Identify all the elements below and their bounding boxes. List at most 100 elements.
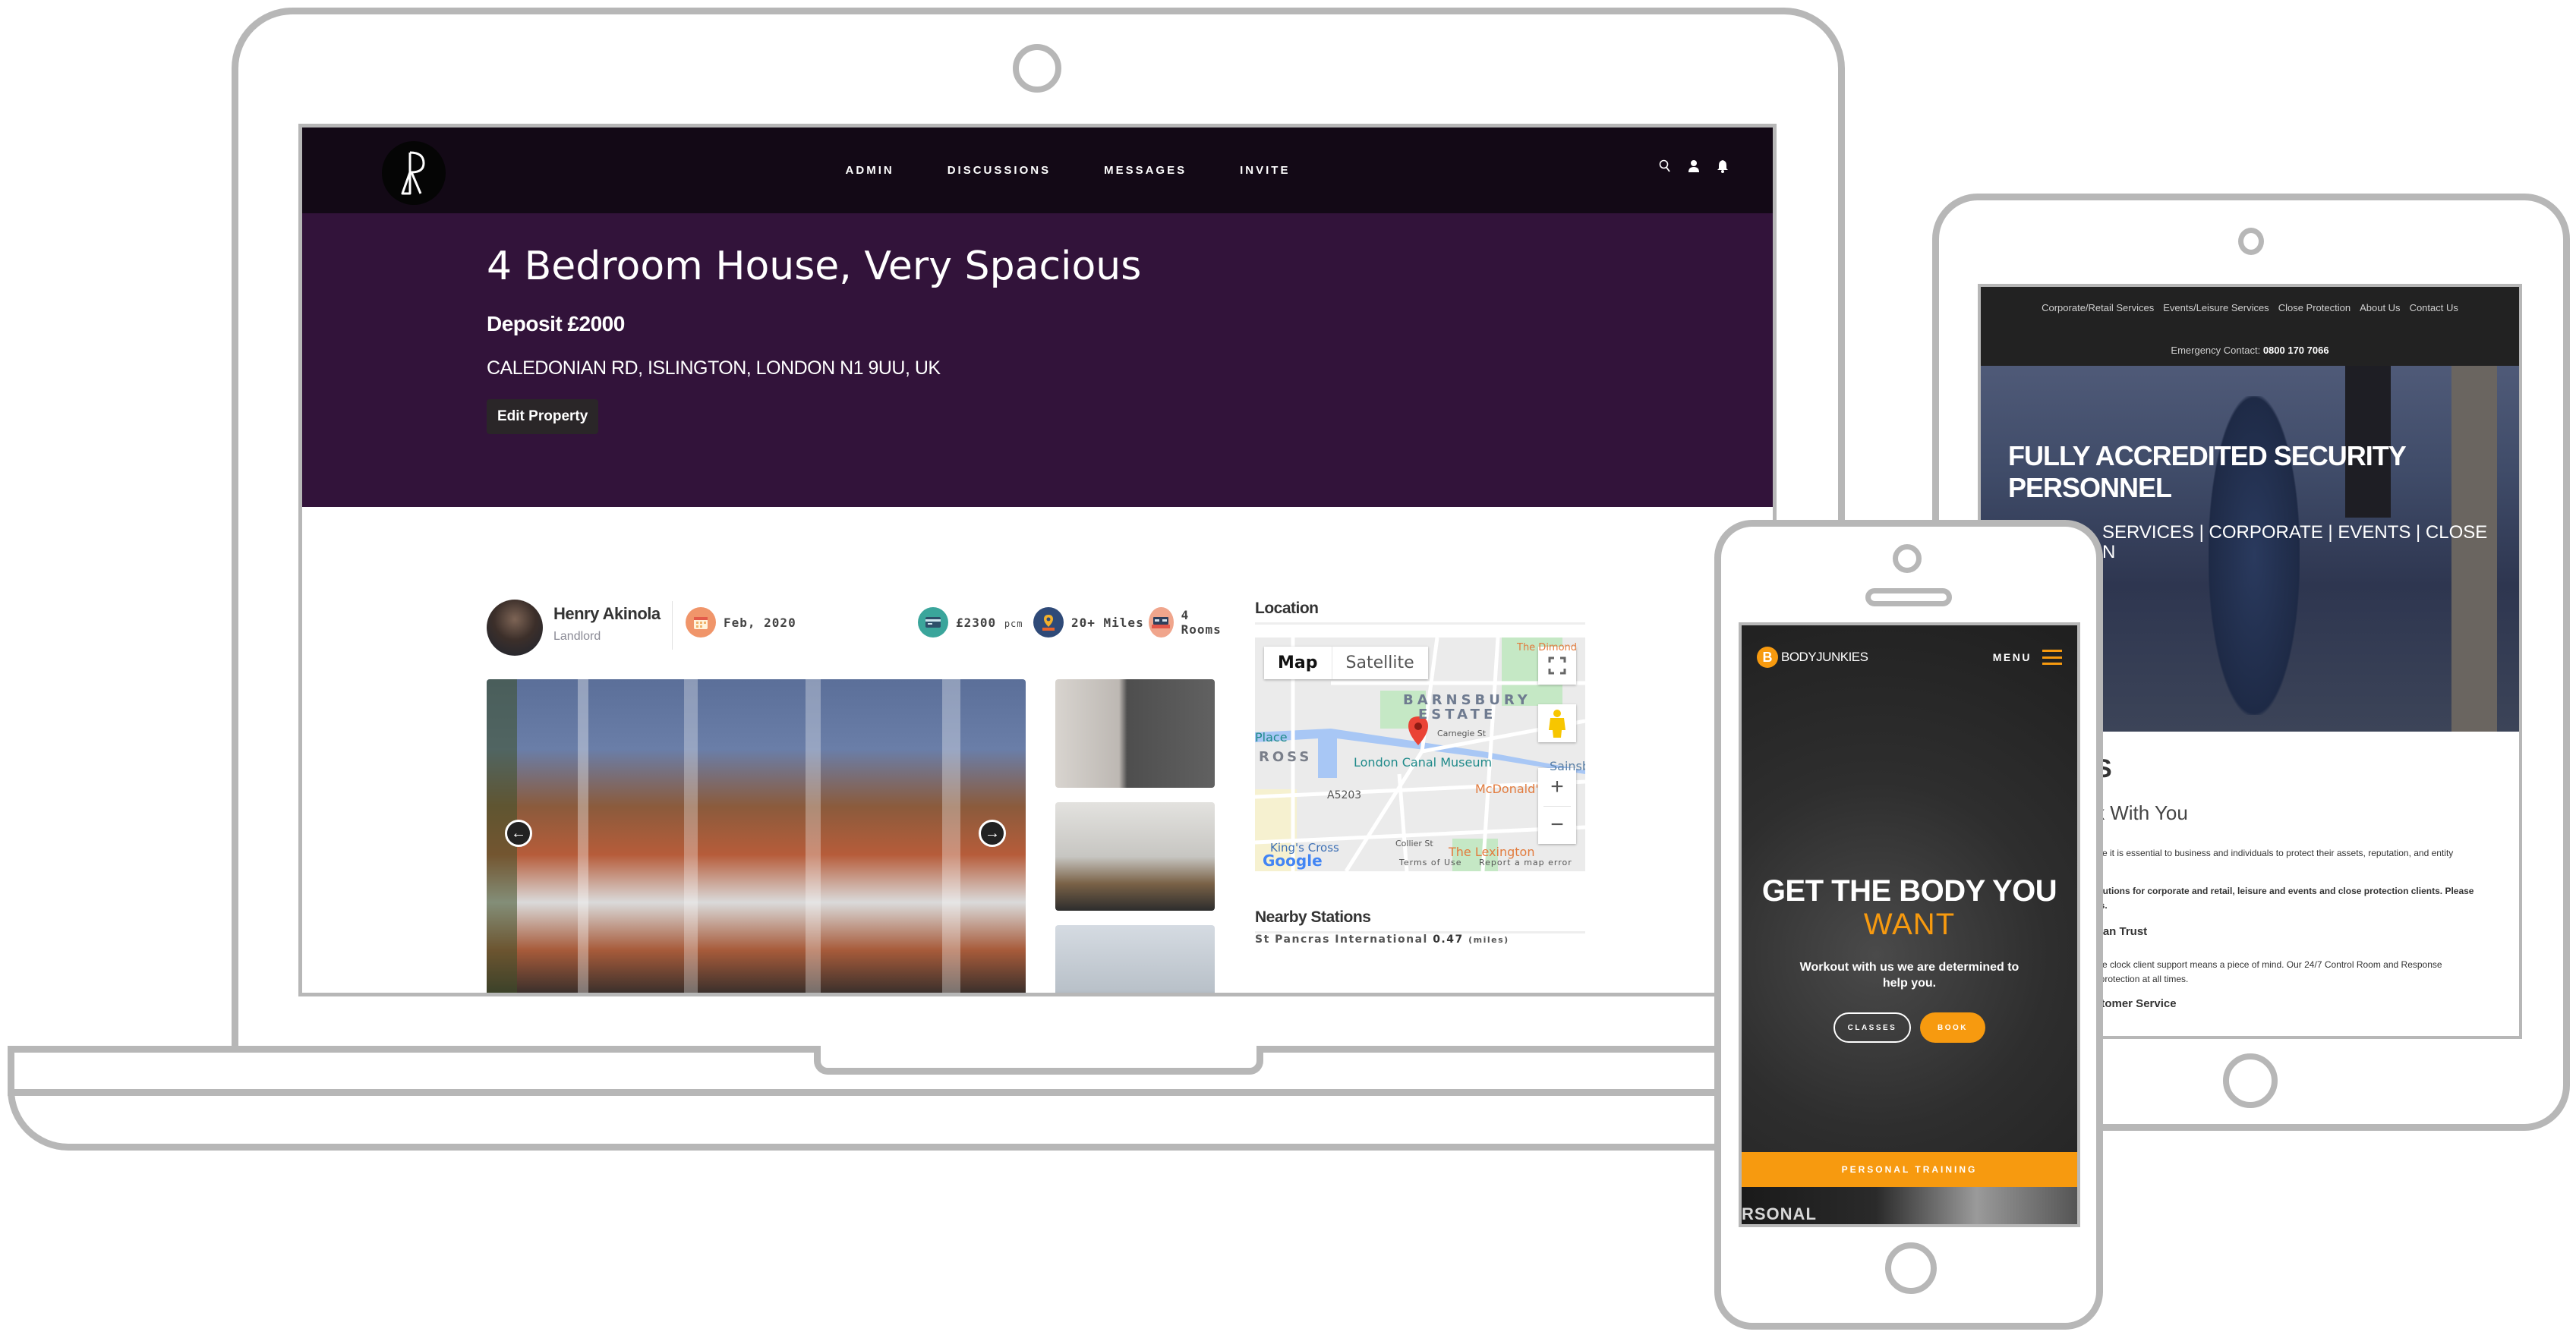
- arrow-right-icon: →: [985, 824, 1000, 842]
- tablet-nav-about[interactable]: About Us: [2360, 302, 2400, 313]
- tablet-nav-close-protection[interactable]: Close Protection: [2278, 302, 2351, 313]
- laptop-base-bottom: [8, 1090, 1826, 1151]
- pegman-icon: [1549, 710, 1565, 738]
- menu-label: MENU: [1992, 651, 2032, 663]
- fullscreen-icon: [1548, 656, 1566, 675]
- zoom-in-button[interactable]: +: [1550, 768, 1564, 806]
- map-label-road: A5203: [1327, 789, 1362, 801]
- tablet-hero-subtitle: SERVICES | CORPORATE | EVENTS | CLOSE: [2102, 522, 2488, 543]
- bed-icon: [1149, 607, 1174, 638]
- tablet-home-button: [2223, 1053, 2278, 1108]
- thumbnail-bathroom[interactable]: [1055, 679, 1215, 788]
- map-report-link[interactable]: Report a map error: [1479, 858, 1572, 867]
- rent-unit: pcm: [1004, 618, 1023, 629]
- station-unit: (miles): [1468, 935, 1509, 945]
- tablet-nav-contact[interactable]: Contact Us: [2410, 302, 2458, 313]
- tablet-hero-title-line: FULLY ACCREDITED SECURITY: [2008, 440, 2407, 471]
- property-address: CALEDONIAN RD, ISLINGTON, LONDON N1 9UU,…: [487, 357, 941, 379]
- meta-price: £2300 pcm: [918, 607, 1023, 638]
- bell-icon[interactable]: [1717, 159, 1729, 173]
- tablet-hero-title-line: PERSONNEL: [2008, 472, 2172, 503]
- main-property-photo[interactable]: ← →: [487, 679, 1026, 993]
- photo-detail: [806, 679, 821, 993]
- station-name: St Pancras International: [1255, 933, 1428, 946]
- map-tab-map[interactable]: Map: [1264, 647, 1332, 679]
- tablet-hero-title: FULLY ACCREDITED SECURITY PERSONNEL: [2008, 440, 2407, 504]
- rent-price: £2300 pcm: [956, 615, 1023, 630]
- hero-building-detail: [2451, 366, 2497, 732]
- tablet-nav-events[interactable]: Events/Leisure Services: [2163, 302, 2269, 313]
- map-label-poi: Sainsb: [1550, 759, 1585, 773]
- tablet-hero-subtitle-2: N: [2102, 542, 2116, 562]
- emergency-number[interactable]: 0800 170 7066: [2263, 345, 2329, 356]
- map-label-poi: The Dimond: [1517, 642, 1578, 653]
- user-icon[interactable]: [1688, 159, 1700, 173]
- google-logo[interactable]: Google: [1263, 852, 1323, 870]
- phone-hero-accent: WANT: [1863, 908, 1956, 941]
- listing-date: Feb, 2020: [724, 615, 796, 630]
- property-title: 4 Bedroom House, Very Spacious: [487, 244, 1142, 289]
- tablet-subheading: k With You: [2095, 801, 2188, 824]
- tablet-nav: Corporate/Retail Services Events/Leisure…: [1981, 287, 2519, 366]
- nav-messages[interactable]: MESSAGES: [1104, 164, 1187, 177]
- calendar-icon: [686, 607, 716, 638]
- book-button[interactable]: BOOK: [1920, 1012, 1985, 1043]
- map-label-area2: ESTATE: [1418, 707, 1497, 723]
- tablet-nav-corporate[interactable]: Corporate/Retail Services: [2042, 302, 2154, 313]
- phone-screen: B BODYJUNKIES MENU GET THE BODY YOU WANT…: [1739, 622, 2080, 1227]
- thumbnail-office[interactable]: [1055, 802, 1215, 911]
- emergency-contact: Emergency Contact: 0800 170 7066: [1981, 345, 2519, 356]
- map-terms-link[interactable]: Terms of Use: [1399, 858, 1462, 867]
- nav-discussions[interactable]: DISCUSSIONS: [947, 164, 1051, 177]
- map-type-toggle: Map Satellite: [1264, 647, 1428, 679]
- tablet-h3-service: stomer Service: [2095, 997, 2177, 1010]
- map-label-street: Collier St: [1395, 839, 1433, 848]
- tablet-camera: [2238, 228, 2264, 255]
- hamburger-icon: [2042, 650, 2062, 665]
- property-hero: 4 Bedroom House, Very Spacious Deposit £…: [302, 213, 1773, 507]
- bodyjunkies-logo[interactable]: B BODYJUNKIES: [1757, 647, 1868, 668]
- laptop-notch: [814, 1046, 1263, 1075]
- menu-button[interactable]: MENU: [1993, 650, 2062, 665]
- street-view-pegman[interactable]: [1538, 704, 1576, 742]
- photo-detail: [942, 679, 960, 993]
- zoom-out-button[interactable]: −: [1543, 805, 1571, 845]
- location-pin-icon: [1033, 607, 1064, 638]
- tablet-nav-links: Corporate/Retail Services Events/Leisure…: [1981, 302, 2519, 313]
- agent-name[interactable]: Henry Akinola: [553, 604, 661, 624]
- phone-cta-group: CLASSES BOOK: [1742, 1012, 2077, 1043]
- search-icon[interactable]: [1659, 159, 1671, 173]
- meta-date: Feb, 2020: [686, 607, 796, 638]
- personal-training-image: RSONAL: [1742, 1187, 2077, 1224]
- main-menu: ADMIN DISCUSSIONS MESSAGES INVITE: [302, 128, 1773, 213]
- personal-training-banner[interactable]: PERSONAL TRAINING: [1742, 1152, 2077, 1187]
- photo-detail: [684, 679, 698, 993]
- google-map[interactable]: Map Satellite + − BARNSBURY ESTATE Londo…: [1255, 638, 1585, 871]
- nav-admin[interactable]: ADMIN: [846, 164, 894, 177]
- laptop-screen: ADMIN DISCUSSIONS MESSAGES INVITE 4 Bedr…: [298, 124, 1777, 996]
- location-panel: Location Map Satellite + − BARNSBURY EST…: [1255, 600, 1585, 946]
- zoom-controls: + −: [1538, 768, 1576, 844]
- distance-value: 20+ Miles: [1071, 615, 1144, 630]
- map-tab-satellite[interactable]: Satellite: [1332, 647, 1428, 679]
- location-title: Location: [1255, 600, 1585, 625]
- meta-divider: [672, 601, 673, 650]
- agent-avatar[interactable]: [487, 600, 543, 656]
- map-label-ross: ROSS: [1259, 749, 1313, 765]
- map-label-place: Place: [1255, 730, 1288, 745]
- thumbnail-living-room[interactable]: [1055, 925, 1215, 993]
- arrow-left-icon: ←: [511, 824, 526, 842]
- edit-property-button[interactable]: Edit Property: [487, 399, 599, 434]
- gallery-next-button[interactable]: →: [979, 820, 1006, 847]
- logo-text: BODYJUNKIES: [1781, 650, 1868, 664]
- phone-camera: [1893, 544, 1922, 573]
- phone-home-button: [1885, 1242, 1937, 1294]
- gallery-prev-button[interactable]: ←: [505, 820, 532, 847]
- classes-button[interactable]: CLASSES: [1833, 1012, 1911, 1043]
- nav-invite[interactable]: INVITE: [1240, 164, 1290, 177]
- map-label-street: Carnegie St: [1437, 729, 1487, 738]
- tablet-paragraph: the clock client support means a piece o…: [2095, 959, 2442, 970]
- phone-speaker: [1865, 588, 1952, 606]
- phone-hero-description: Workout with us we are determined to hel…: [1799, 961, 2019, 990]
- meta-distance: 20+ Miles: [1033, 607, 1144, 638]
